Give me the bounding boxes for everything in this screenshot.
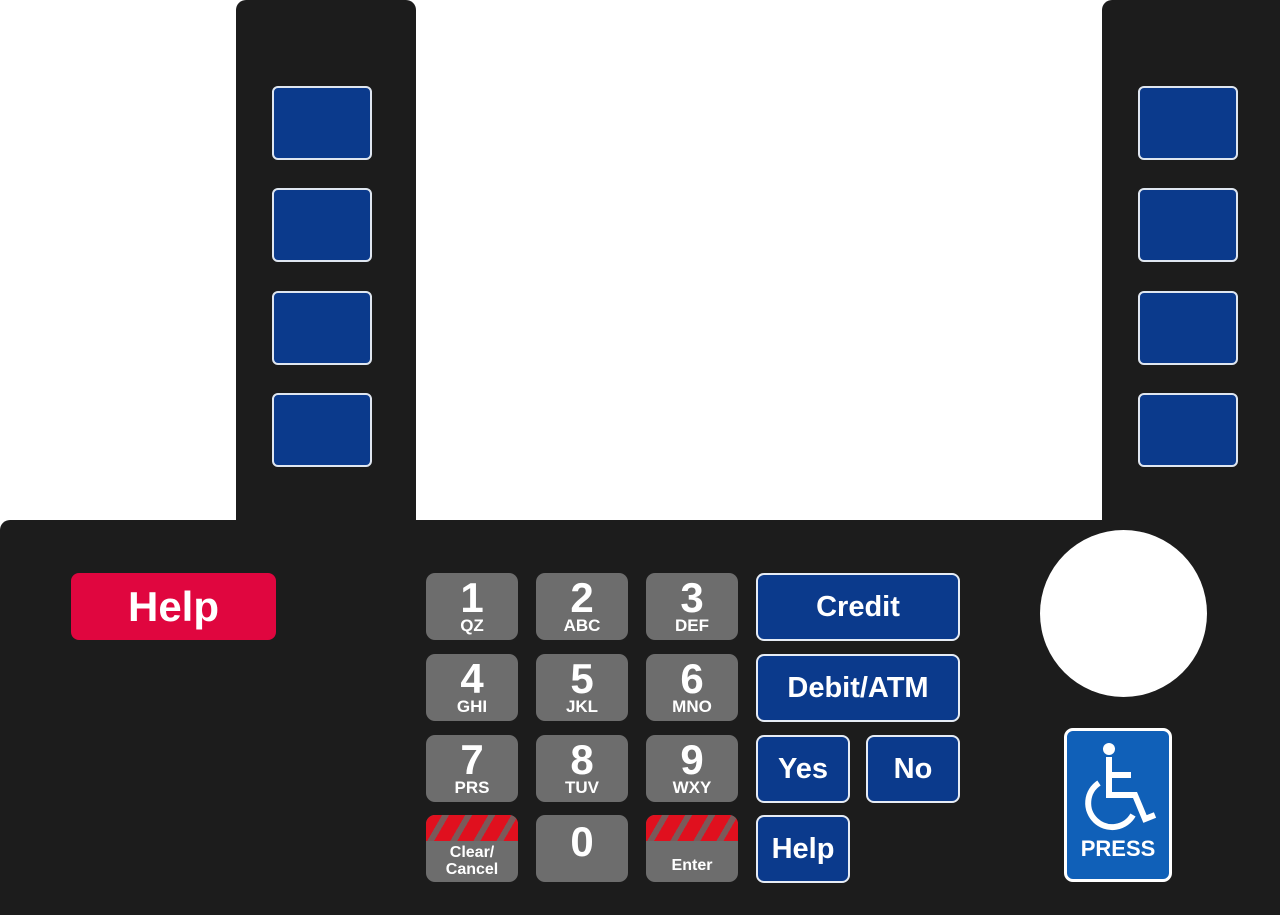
digit: 3 [680,574,704,621]
display-screen [416,0,1102,520]
digit: 0 [570,818,594,865]
digit: 8 [570,736,594,783]
accessibility-press-button[interactable]: PRESS [1064,728,1172,882]
yes-button[interactable]: Yes [756,735,850,803]
letters: WXY [672,778,712,797]
enter-key[interactable]: Enter [646,815,738,882]
letters: QZ [460,616,484,635]
digit: 2 [570,574,594,621]
soft-key-right-4[interactable] [1138,393,1238,467]
digit: 7 [460,736,484,783]
help-button-blue[interactable]: Help [756,815,850,883]
debit-atm-button[interactable]: Debit/ATM [756,654,960,722]
no-button[interactable]: No [866,735,960,803]
clear-label: Clear/ Cancel [445,844,499,878]
key-5[interactable]: 5 JKL [536,654,628,721]
letters: DEF [675,616,709,635]
key-2[interactable]: 2 ABC [536,573,628,640]
soft-key-left-1[interactable] [272,86,372,160]
left-softkey-column [236,0,416,560]
soft-key-left-3[interactable] [272,291,372,365]
enter-label: Enter [671,857,713,874]
press-label: PRESS [1080,836,1156,861]
red-stripe [646,815,738,841]
digit: 6 [680,655,704,702]
key-0[interactable]: 0 [536,815,628,882]
digit: 1 [460,574,484,621]
credit-button[interactable]: Credit [756,573,960,641]
letters: ABC [563,616,601,635]
right-softkey-column [1102,0,1280,560]
key-8[interactable]: 8 TUV [536,735,628,802]
clear-cancel-key[interactable]: Clear/ Cancel [426,815,518,882]
soft-key-right-2[interactable] [1138,188,1238,262]
card-reader-circle [1040,530,1207,697]
wheelchair-icon [1085,743,1157,831]
help-button-red[interactable]: Help [71,573,276,640]
key-3[interactable]: 3 DEF [646,573,738,640]
soft-key-left-2[interactable] [272,188,372,262]
letters: TUV [565,778,599,797]
digit: 9 [680,736,704,783]
digit: 5 [570,655,594,702]
key-4[interactable]: 4 GHI [426,654,518,721]
key-6[interactable]: 6 MNO [646,654,738,721]
digit: 4 [460,655,484,702]
letters: GHI [456,697,488,716]
letters: PRS [454,778,490,797]
soft-key-left-4[interactable] [272,393,372,467]
soft-key-right-1[interactable] [1138,86,1238,160]
soft-key-right-3[interactable] [1138,291,1238,365]
red-stripe [426,815,518,841]
letters: JKL [565,697,599,716]
key-9[interactable]: 9 WXY [646,735,738,802]
letters: MNO [672,697,712,716]
key-7[interactable]: 7 PRS [426,735,518,802]
key-1[interactable]: 1 QZ [426,573,518,640]
